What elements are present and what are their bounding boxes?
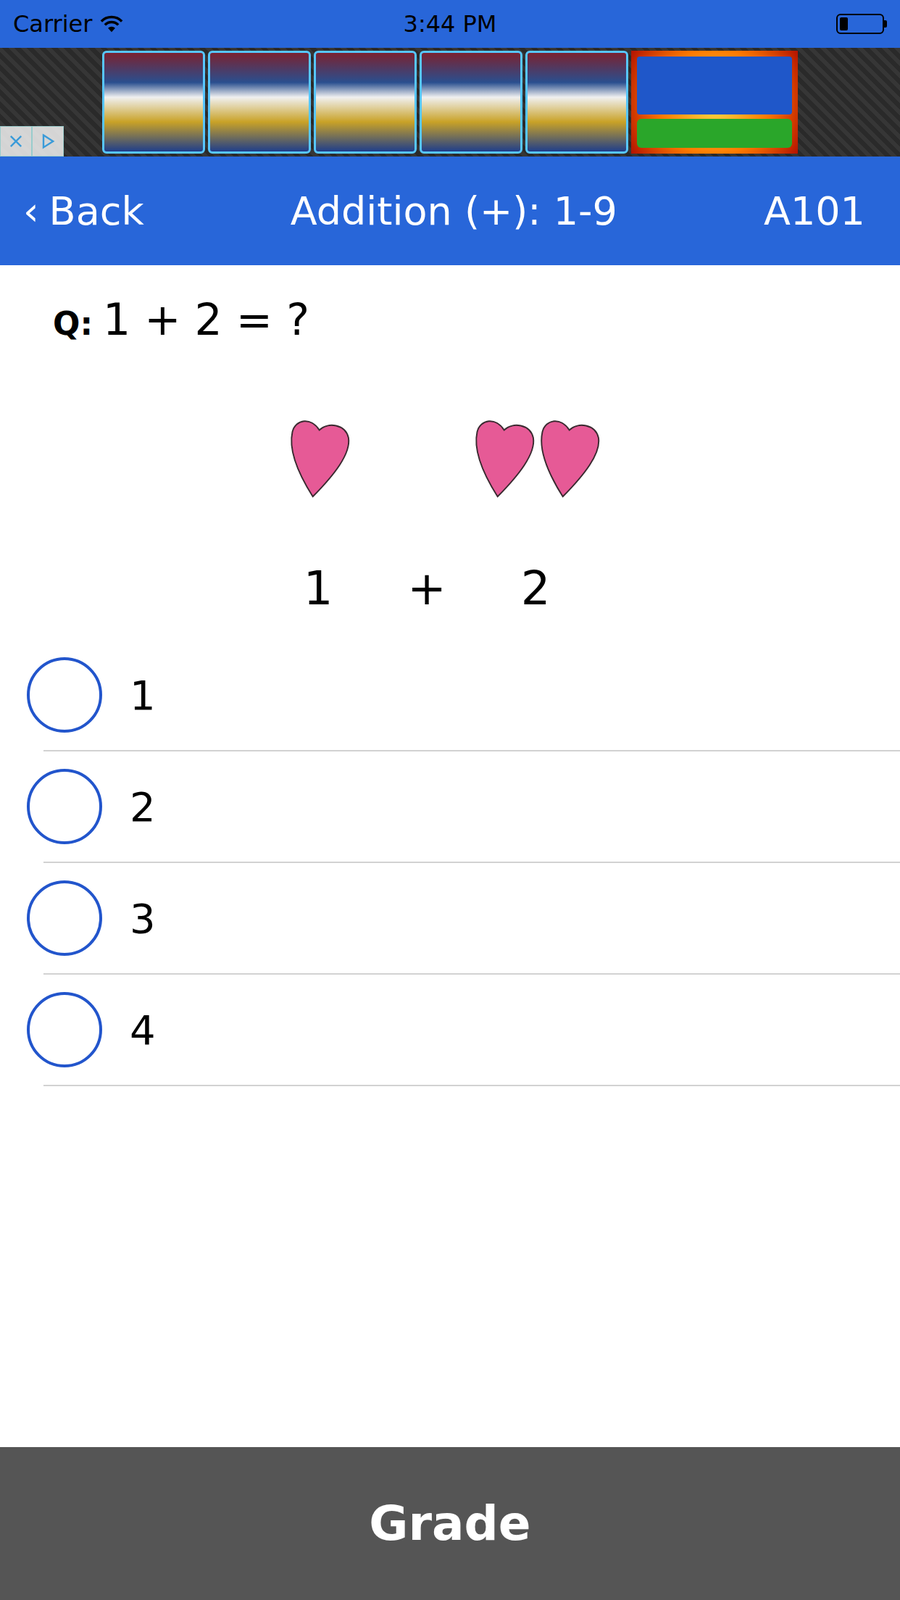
clock: 3:44 PM <box>403 10 498 38</box>
radio-button[interactable] <box>26 880 103 956</box>
operator-group: + <box>397 400 456 622</box>
close-icon[interactable] <box>0 126 32 157</box>
chevron-left-icon: ‹ <box>23 188 40 235</box>
answer-label: 1 <box>129 671 156 719</box>
answer-option[interactable]: 4 <box>43 974 900 1087</box>
answer-label: 3 <box>129 894 156 943</box>
radio-button[interactable] <box>26 992 103 1068</box>
ad-image[interactable] <box>102 47 798 157</box>
answer-option[interactable]: 3 <box>43 863 900 975</box>
grade-button[interactable]: Grade <box>0 1447 900 1600</box>
addend-group: 2 <box>455 400 616 622</box>
answer-list: 1 2 3 4 <box>0 639 900 1087</box>
ad-tile <box>525 50 629 154</box>
ad-tile <box>207 50 311 154</box>
question-text: 1 + 2 = ? <box>102 286 310 353</box>
nav-title: Addition (+): 1-9 <box>290 188 618 235</box>
answer-option[interactable]: 2 <box>43 751 900 864</box>
heart-icon <box>460 395 546 522</box>
back-button[interactable]: ‹Back <box>23 188 145 235</box>
status-bar: Carrier 3:44 PM <box>0 0 900 48</box>
adchoices-icon[interactable] <box>31 126 64 157</box>
operator-label: + <box>407 555 447 622</box>
lesson-code: A101 <box>763 188 866 235</box>
app-screen: Carrier 3:44 PM ‹Back Addition (+): 1-9 A101… <box>0 0 900 1600</box>
radio-button[interactable] <box>26 657 103 733</box>
wifi-icon <box>99 14 124 34</box>
radio-button[interactable] <box>26 768 103 845</box>
answer-label: 2 <box>129 783 156 831</box>
quiz-content: Q:1 + 2 = ? 1 +2 1 2 3 4 <box>0 265 900 1448</box>
ad-banner[interactable] <box>0 47 900 157</box>
ad-tile <box>313 50 417 154</box>
battery-icon <box>836 13 885 35</box>
answer-option[interactable]: 1 <box>43 639 900 752</box>
addend-label: 1 <box>303 555 334 622</box>
nav-bar: ‹Back Addition (+): 1-9 A101 <box>0 156 900 266</box>
addend-label: 2 <box>521 555 551 622</box>
ad-controls <box>0 126 64 157</box>
question-prefix: Q: <box>52 291 93 357</box>
question: Q:1 + 2 = ? <box>0 265 900 357</box>
carrier-label: Carrier <box>13 10 93 38</box>
answer-label: 4 <box>129 1006 156 1054</box>
heart-icon <box>275 395 361 522</box>
addend-group: 1 <box>238 400 398 622</box>
illustration: 1 +2 <box>0 400 900 622</box>
ad-tile <box>419 50 523 154</box>
ad-tile <box>102 50 206 154</box>
ad-panel <box>631 50 798 154</box>
heart-icon <box>525 395 611 522</box>
